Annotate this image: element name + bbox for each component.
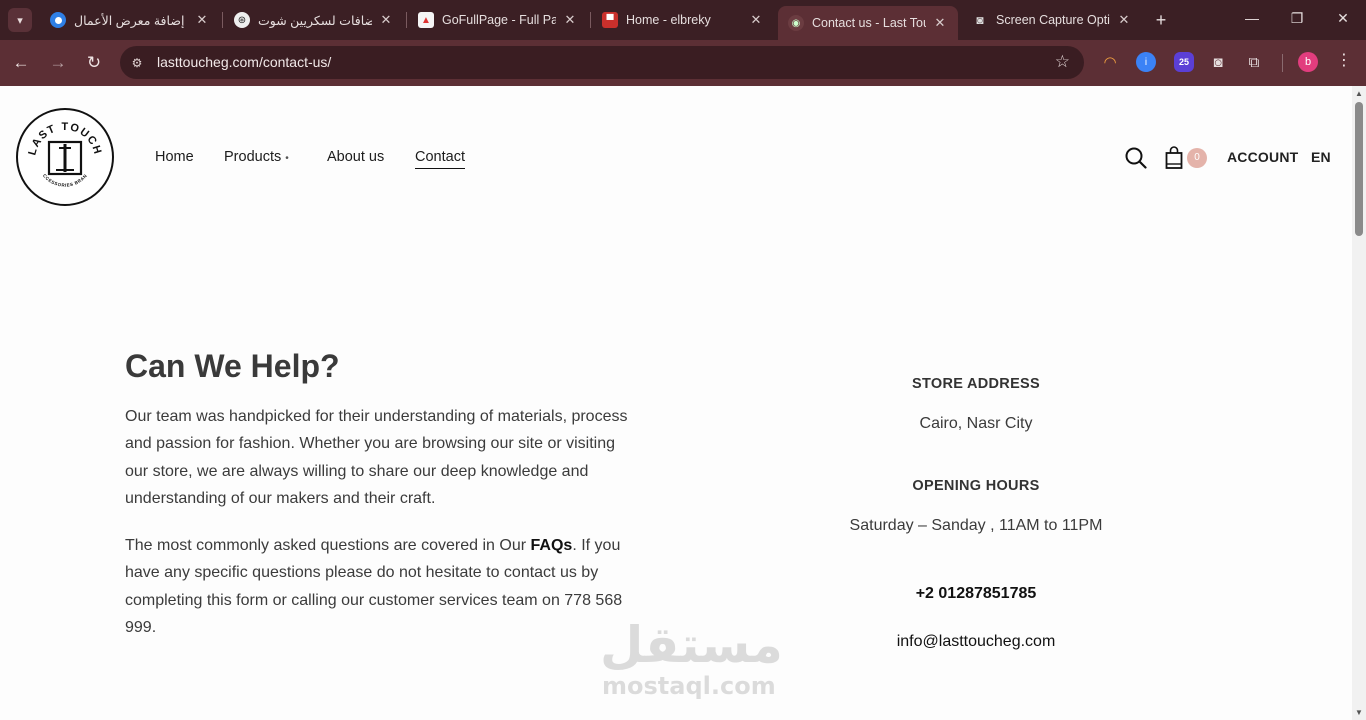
forward-icon[interactable]: → [47, 52, 69, 74]
minimize-window-icon[interactable]: — [1242, 10, 1262, 26]
openai-icon: ⊛ [234, 12, 250, 28]
tab-title: إضافة معرض الأعمال | [74, 13, 188, 28]
faq-paragraph: The most commonly asked questions are co… [125, 532, 630, 641]
store-address-section: STORE ADDRESS Cairo, Nasr City [776, 376, 1176, 433]
extension-badge-count: 25 [1178, 57, 1189, 67]
tab-search-dropdown-icon[interactable]: ▾ [8, 8, 32, 32]
close-tab-icon[interactable]: ✕ [562, 12, 578, 28]
url-text[interactable]: lasttoucheg.com/contact-us/ [157, 54, 331, 70]
address-bar[interactable]: ⚙ lasttoucheg.com/contact-us/ ☆ [120, 46, 1084, 79]
rainbow-extension-icon[interactable]: ◠ [1100, 52, 1120, 72]
badge-extension-icon[interactable]: 25 [1174, 52, 1194, 72]
extensions-puzzle-icon[interactable]: ⧉ [1244, 52, 1264, 72]
close-tab-icon[interactable]: ✕ [1116, 12, 1132, 28]
tab-title: GoFullPage - Full Page [442, 13, 556, 27]
watermark-latin: mostaql.com [602, 672, 776, 700]
page-heading: Can We Help? [125, 348, 340, 384]
browser-toolbar: ← → ↻ ⚙ lasttoucheg.com/contact-us/ ☆ ◠ … [0, 40, 1366, 86]
browser-tab-3[interactable]: ▲ GoFullPage - Full Page ✕ [408, 6, 588, 34]
restore-window-icon[interactable]: ❐ [1287, 10, 1307, 27]
tab-separator [222, 12, 223, 28]
back-icon[interactable]: ← [10, 52, 32, 74]
shopping-bag-icon[interactable] [1164, 146, 1186, 170]
language-switcher[interactable]: EN [1311, 149, 1331, 165]
close-window-icon[interactable]: ✕ [1333, 10, 1353, 27]
faq-text-before: The most commonly asked questions are co… [125, 537, 531, 554]
browser-menu-icon[interactable]: ⋮ [1336, 50, 1352, 70]
nav-about-link[interactable]: About us [327, 149, 384, 165]
site-info-icon[interactable]: ⚙ [128, 54, 146, 72]
browser-tab-5-active[interactable]: ◉ Contact us - Last Touch ✕ [778, 6, 958, 40]
close-tab-icon[interactable]: ✕ [748, 12, 764, 28]
watermark-arabic: مستقل [600, 616, 783, 674]
phone-number[interactable]: +2 01287851785 [776, 585, 1176, 603]
reload-icon[interactable]: ↻ [83, 52, 105, 74]
account-link[interactable]: ACCOUNT [1227, 149, 1298, 165]
new-tab-button[interactable]: + [1150, 9, 1172, 31]
faqs-link[interactable]: FAQs [531, 537, 573, 554]
site-logo[interactable]: LAST TOUCH ACCESSORIES BRAND [16, 108, 114, 206]
elbreky-icon: ▀ [602, 12, 618, 28]
browser-tab-1[interactable]: إضافة معرض الأعمال | ✕ [40, 6, 220, 34]
intro-paragraph: Our team was handpicked for their unders… [125, 408, 628, 507]
close-tab-icon[interactable]: ✕ [378, 12, 394, 28]
nav-products-link[interactable]: Products • [224, 149, 289, 165]
cart-count-badge[interactable]: 0 [1187, 148, 1207, 168]
page-scrollbar[interactable]: ▲ ▼ [1352, 86, 1366, 720]
scroll-up-icon[interactable]: ▲ [1355, 89, 1363, 98]
email-address[interactable]: info@lasttoucheg.com [776, 633, 1176, 651]
opening-hours-section: OPENING HOURS Saturday – Sanday , 11AM t… [776, 478, 1176, 535]
tab-title: إضافات لسكريين شوت [258, 13, 372, 28]
toolbar-divider [1282, 54, 1283, 72]
close-tab-icon[interactable]: ✕ [932, 15, 948, 31]
mostaql-watermark: مستقل mostaql.com [600, 616, 783, 706]
store-address-value: Cairo, Nasr City [919, 415, 1033, 432]
tab-title: Screen Capture Optio [996, 13, 1110, 27]
last-touch-logo-icon: LAST TOUCH ACCESSORIES BRAND [18, 110, 102, 188]
browser-tab-strip: ▾ إضافة معرض الأعمال | ✕ ⊛ إضافات لسكريي… [0, 0, 1366, 40]
browser-tab-2[interactable]: ⊛ إضافات لسكريين شوت ✕ [224, 6, 404, 34]
tab-separator [590, 12, 591, 28]
browser-tab-6[interactable]: ◙ Screen Capture Optio ✕ [962, 6, 1142, 34]
store-address-title: STORE ADDRESS [912, 376, 1040, 392]
camera-icon: ◙ [976, 13, 984, 27]
scrollbar-thumb[interactable] [1355, 102, 1363, 236]
lasttouch-icon: ◉ [788, 15, 804, 31]
browser-tab-4[interactable]: ▀ Home - elbreky ✕ [592, 6, 774, 34]
web-page: LAST TOUCH ACCESSORIES BRAND Home Produc… [0, 86, 1352, 720]
scroll-down-icon[interactable]: ▼ [1355, 708, 1363, 717]
gofullpage-icon: ▲ [418, 12, 434, 28]
circle-logo-icon [50, 12, 66, 28]
opening-hours-title: OPENING HOURS [912, 478, 1040, 494]
nav-home-link[interactable]: Home [155, 149, 194, 165]
camera-extension-icon[interactable]: ◙ [1208, 52, 1228, 72]
tab-separator [406, 12, 407, 28]
profile-avatar[interactable]: b [1298, 52, 1318, 72]
close-tab-icon[interactable]: ✕ [194, 12, 210, 28]
nav-contact-link[interactable]: Contact [415, 149, 465, 169]
dropdown-dot-icon: • [285, 153, 289, 164]
nav-products-label: Products [224, 149, 282, 165]
tab-title: Contact us - Last Touch [812, 16, 926, 30]
tab-title: Home - elbreky [626, 13, 711, 27]
search-icon[interactable] [1124, 146, 1148, 170]
info-extension-icon[interactable]: i [1136, 52, 1156, 72]
bookmark-star-icon[interactable]: ☆ [1055, 52, 1070, 72]
opening-hours-value: Saturday – Sanday , 11AM to 11PM [849, 517, 1103, 534]
